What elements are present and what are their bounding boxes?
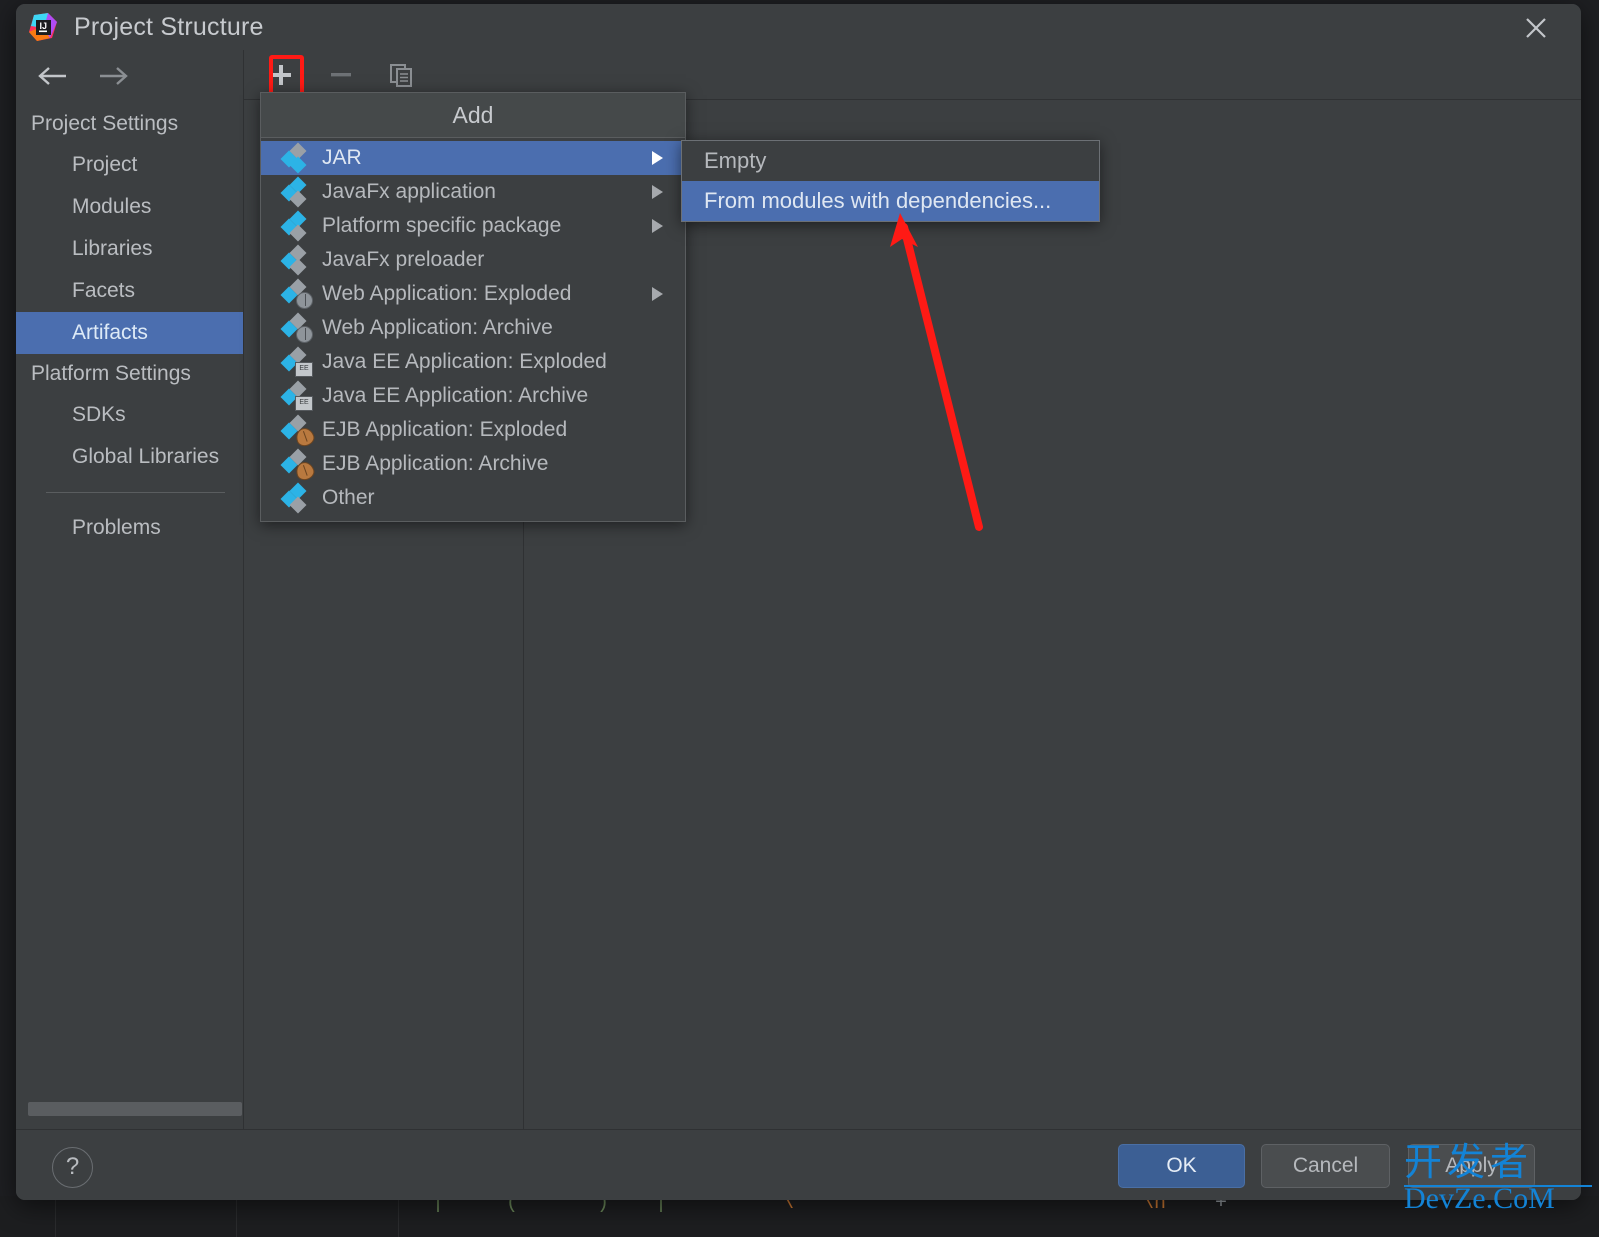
dialog-footer: ? OK Cancel Apply <box>16 1129 1581 1200</box>
menu-item-label: Java EE Application: Archive <box>322 384 589 407</box>
artifact-javaee-icon: EE <box>280 346 313 377</box>
sidebar-item-project[interactable]: Project <box>16 144 243 186</box>
submenu-item-from-modules-with-dependencies[interactable]: From modules with dependencies... <box>682 181 1099 221</box>
chevron-right-icon <box>652 287 663 301</box>
settings-sidebar: Project Settings Project Modules Librari… <box>16 50 243 1130</box>
arrow-left-icon[interactable] <box>34 64 70 88</box>
menu-item-jar[interactable]: JAR <box>261 141 685 175</box>
menu-item-label: Java EE Application: Exploded <box>322 350 607 373</box>
artifact-diamond-icon <box>280 176 311 208</box>
add-artifact-menu: Add JAR JavaFx application Platform spec… <box>260 92 686 522</box>
menu-item-ejb-application-archive[interactable]: EJB Application: Archive <box>261 447 685 483</box>
sidebar-group-platform-settings: Platform Settings <box>31 362 191 385</box>
menu-item-javafx-preloader[interactable]: JavaFx preloader <box>261 243 685 277</box>
sidebar-item-modules[interactable]: Modules <box>16 186 243 228</box>
sidebar-group-project-settings: Project Settings <box>31 112 179 135</box>
intellij-idea-logo-icon: IJ <box>28 12 58 42</box>
menu-item-label: Web Application: Archive <box>322 316 553 339</box>
menu-item-label: EJB Application: Exploded <box>322 418 568 441</box>
menu-item-java-ee-application-archive[interactable]: EE Java EE Application: Archive <box>261 379 685 413</box>
arrow-right-icon[interactable] <box>96 64 132 88</box>
artifact-ejb-icon <box>280 414 317 449</box>
menu-item-web-application-exploded[interactable]: Web Application: Exploded <box>261 277 685 311</box>
sidebar-item-global-libraries[interactable]: Global Libraries <box>16 436 243 478</box>
sidebar-item-sdks[interactable]: SDKs <box>16 394 243 436</box>
apply-button[interactable]: Apply <box>1408 1144 1535 1188</box>
sidebar-item-libraries[interactable]: Libraries <box>16 228 243 270</box>
menu-item-other[interactable]: Other <box>261 481 685 515</box>
menu-item-label: Web Application: Exploded <box>322 282 572 305</box>
dialog-title: Project Structure <box>74 12 264 41</box>
screen-root: " " | ( ' ) | \ \n" + IJ Project Structu… <box>0 0 1599 1237</box>
menu-item-label: Other <box>322 486 375 509</box>
close-icon[interactable] <box>1519 11 1553 45</box>
menu-item-label: Platform specific package <box>322 214 562 237</box>
sidebar-nav-arrows <box>16 50 243 102</box>
menu-item-label: EJB Application: Archive <box>322 452 549 475</box>
dialog-titlebar: IJ Project Structure <box>16 4 1581 50</box>
jar-submenu: Empty From modules with dependencies... <box>681 140 1100 222</box>
menu-item-java-ee-application-exploded[interactable]: EE Java EE Application: Exploded <box>261 345 685 379</box>
background-editor: " " | ( ' ) | \ \n" + <box>0 1194 1599 1237</box>
menu-item-label: JavaFx preloader <box>322 248 485 271</box>
menu-item-web-application-archive[interactable]: Web Application: Archive <box>261 311 685 345</box>
panel-right-edge <box>1580 100 1581 1130</box>
menu-item-label: JavaFx application <box>322 180 496 203</box>
artifact-ejb-icon <box>280 448 317 483</box>
add-menu-items: JAR JavaFx application Platform specific… <box>261 138 685 521</box>
ok-button[interactable]: OK <box>1118 1144 1245 1188</box>
sidebar-item-artifacts[interactable]: Artifacts <box>16 312 243 354</box>
minus-icon <box>322 56 360 94</box>
artifact-web-icon <box>280 278 313 309</box>
project-structure-dialog: IJ Project Structure Project Settings Pr… <box>16 4 1581 1200</box>
sidebar-item-problems[interactable]: Problems <box>16 507 243 549</box>
svg-text:IJ: IJ <box>40 21 48 31</box>
chevron-right-icon <box>652 219 663 233</box>
sidebar-nav-list: Project Settings Project Modules Librari… <box>16 104 243 549</box>
artifact-diamond-icon <box>280 142 311 174</box>
menu-item-ejb-application-exploded[interactable]: EJB Application: Exploded <box>261 413 685 449</box>
artifact-diamond-icon <box>280 482 311 514</box>
copy-icon <box>382 56 420 94</box>
plus-icon[interactable] <box>262 56 300 94</box>
artifact-web-icon <box>280 312 313 343</box>
chevron-right-icon <box>652 185 663 199</box>
sidebar-item-facets[interactable]: Facets <box>16 270 243 312</box>
menu-item-javafx-application[interactable]: JavaFx application <box>261 175 685 209</box>
sidebar-divider <box>46 492 225 493</box>
menu-item-platform-specific-package[interactable]: Platform specific package <box>261 209 685 243</box>
chevron-right-icon <box>652 151 663 165</box>
menu-item-label: JAR <box>322 146 362 169</box>
submenu-item-empty[interactable]: Empty <box>682 141 1099 181</box>
artifact-diamond-icon <box>280 210 311 242</box>
sidebar-horizontal-scrollbar[interactable] <box>28 1102 242 1116</box>
add-menu-title: Add <box>261 93 685 138</box>
artifact-diamond-icon <box>280 244 311 276</box>
cancel-button[interactable]: Cancel <box>1261 1144 1390 1188</box>
help-button[interactable]: ? <box>52 1147 93 1188</box>
artifact-javaee-icon: EE <box>280 380 313 411</box>
